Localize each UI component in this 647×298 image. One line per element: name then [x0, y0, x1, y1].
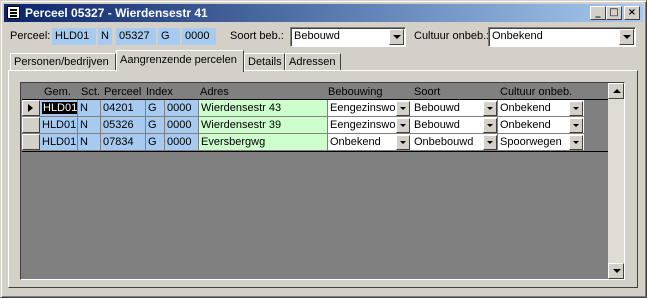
current-row-indicator-icon[interactable]	[22, 100, 40, 116]
cell-bebouwing-text: Eengezinswor	[330, 102, 400, 114]
cultuur-value: Onbekend	[492, 30, 543, 42]
soort-combo[interactable]: Bebouwd	[290, 27, 406, 47]
cell-soort-text: Bebouwd	[414, 119, 460, 131]
form-icon[interactable]	[7, 6, 20, 19]
cell-cultuur-text: Spoorwegen	[500, 136, 562, 148]
cultuur-combo[interactable]: Onbekend	[488, 27, 636, 47]
tab-details[interactable]: Details	[244, 53, 285, 71]
chevron-down-icon[interactable]	[483, 135, 497, 150]
chevron-down-icon[interactable]	[389, 29, 404, 45]
index-letter-field[interactable]: G	[158, 28, 180, 45]
cell-gem-text: HLD01	[42, 102, 77, 114]
chevron-down-icon[interactable]	[619, 29, 634, 45]
cell-cultuur-text: Onbekend	[500, 119, 551, 131]
table-row[interactable]: HLD01 N 04201 G 0000 Wierdensestr 43 Een…	[22, 100, 609, 117]
cell-index-number[interactable]: 0000	[165, 100, 198, 116]
cell-gem[interactable]: HLD01	[40, 117, 77, 133]
index-number-field[interactable]: 0000	[182, 28, 216, 45]
chevron-down-icon[interactable]	[483, 118, 497, 133]
column-header-gem: Gem.	[44, 86, 71, 98]
cell-adres[interactable]: Wierdensestr 43	[199, 100, 327, 116]
cell-sct[interactable]: N	[78, 117, 100, 133]
column-header-soort: Soort	[414, 86, 441, 98]
chevron-down-icon[interactable]	[569, 101, 583, 116]
cell-index-letter[interactable]: G	[146, 134, 164, 150]
cell-gem[interactable]: HLD01	[40, 134, 77, 150]
cell-adres[interactable]: Wierdensestr 39	[199, 117, 327, 133]
tab-aangrenzende-percelen[interactable]: Aangrenzende percelen	[116, 50, 244, 72]
chevron-down-icon[interactable]	[483, 101, 497, 116]
column-header-cultuur: Cultuur onbeb.	[500, 86, 573, 98]
chevron-down-icon[interactable]	[569, 135, 583, 150]
table-row[interactable]: HLD01 N 07834 G 0000 Eversbergwg Onbeken…	[22, 134, 609, 151]
cell-sct[interactable]: N	[78, 134, 100, 150]
column-header-bebouwing: Bebouwing	[328, 86, 383, 98]
scroll-down-icon[interactable]	[608, 263, 624, 279]
cell-index-letter[interactable]: G	[146, 100, 164, 116]
chevron-down-icon[interactable]	[396, 135, 410, 150]
maximize-button[interactable]: □	[606, 6, 622, 20]
cell-perceel[interactable]: 05326	[101, 117, 145, 133]
soort-value: Bebouwd	[294, 30, 340, 42]
chevron-down-icon[interactable]	[569, 118, 583, 133]
cell-bebouwing-text: Eengezinswor	[330, 119, 400, 131]
cell-soort-text: Bebouwd	[414, 102, 460, 114]
grid-divider	[22, 151, 609, 152]
soort-label: Soort beb.:	[230, 30, 284, 42]
cell-perceel[interactable]: 07834	[101, 134, 145, 150]
cell-index-letter[interactable]: G	[146, 117, 164, 133]
perceel-label: Perceel:	[10, 30, 51, 42]
row-selector[interactable]	[22, 117, 40, 133]
perceel-field[interactable]: 05327	[116, 28, 156, 45]
cell-perceel[interactable]: 04201	[101, 100, 145, 116]
title-bar[interactable]: Perceel 05327 - Wierdensestr 41 _ □ ×	[4, 4, 643, 22]
cultuur-label: Cultuur onbeb.:	[414, 30, 490, 42]
cell-cultuur-text: Onbekend	[500, 102, 551, 114]
gem-field[interactable]: HLD01	[52, 28, 96, 45]
cell-gem[interactable]: HLD01	[40, 100, 77, 116]
cell-index-number[interactable]: 0000	[165, 117, 198, 133]
window-title: Perceel 05327 - Wierdensestr 41	[25, 6, 208, 20]
scroll-up-icon[interactable]	[608, 83, 624, 99]
minimize-button[interactable]: _	[590, 6, 606, 20]
column-header-sct: Sct.	[81, 86, 100, 98]
column-header-adres: Adres	[200, 86, 229, 98]
close-button[interactable]: ×	[624, 6, 640, 20]
tab-personen-bedrijven[interactable]: Personen/bedrijven	[10, 53, 116, 71]
cell-adres[interactable]: Eversbergwg	[199, 134, 327, 150]
vertical-scrollbar[interactable]	[608, 83, 624, 279]
cell-soort-text: Onbebouwd	[414, 136, 474, 148]
tab-adressen[interactable]: Adressen	[285, 53, 341, 71]
chevron-down-icon[interactable]	[396, 118, 410, 133]
column-header-index: Index	[146, 86, 173, 98]
cell-sct[interactable]: N	[78, 100, 100, 116]
row-selector[interactable]	[22, 134, 40, 150]
table-row[interactable]: HLD01 N 05326 G 0000 Wierdensestr 39 Een…	[22, 117, 609, 134]
cell-bebouwing-text: Onbekend	[330, 136, 381, 148]
cell-index-number[interactable]: 0000	[165, 134, 198, 150]
column-header-perceel: Perceel	[104, 86, 142, 98]
chevron-down-icon[interactable]	[396, 101, 410, 116]
sectie-field[interactable]: N	[98, 28, 112, 45]
